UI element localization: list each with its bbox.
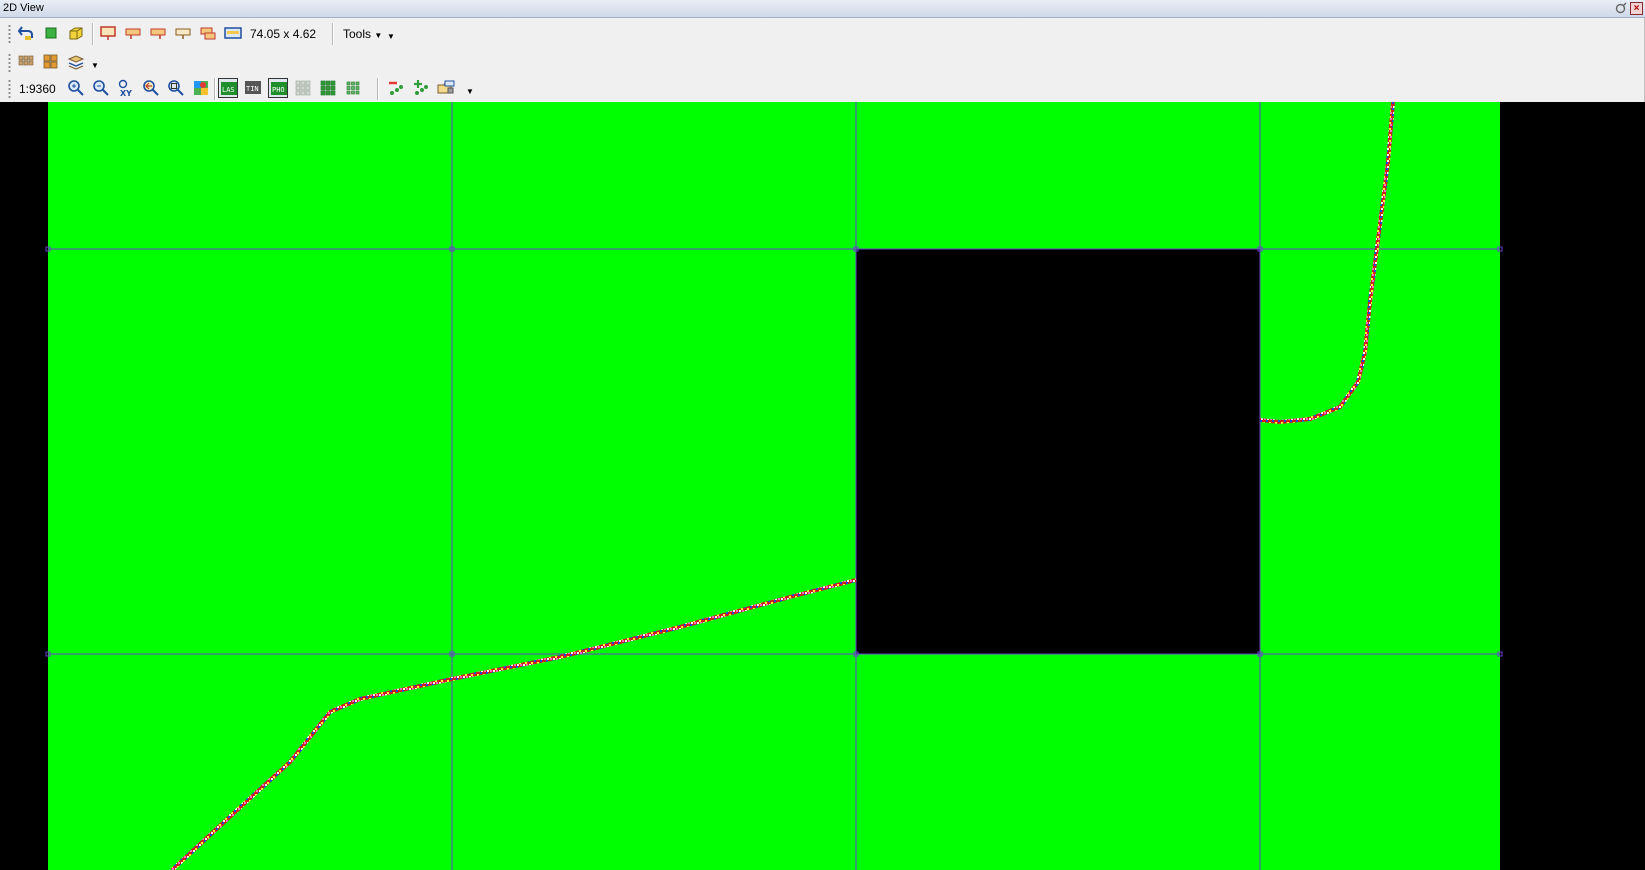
zoom-previous-icon[interactable] <box>141 78 161 98</box>
tile-area <box>48 102 1500 870</box>
flag-tool-icon-1[interactable] <box>123 23 143 43</box>
zoom-extent-icon[interactable] <box>166 78 186 98</box>
map-viewport[interactable] <box>0 102 1645 870</box>
pho-toggle-label: PHO <box>272 86 285 94</box>
toolbar-row-grid: ▼ <box>0 49 1645 76</box>
grid-on-icon[interactable] <box>318 78 338 98</box>
chevron-down-icon[interactable]: ▼ <box>387 32 395 41</box>
caret-down-icon: ▼ <box>374 31 383 40</box>
chevron-down-icon[interactable]: ▼ <box>91 61 99 70</box>
grid-large-icon[interactable] <box>41 52 61 72</box>
zoom-out-icon[interactable] <box>91 78 111 98</box>
pin-icon[interactable] <box>1614 2 1627 15</box>
grid-off-icon[interactable] <box>293 78 313 98</box>
tools-menu-button[interactable]: Tools ▼ <box>343 25 382 43</box>
toolbar-grip[interactable] <box>8 24 11 44</box>
map-pin-icon[interactable] <box>191 78 211 98</box>
window-title: 2D View <box>3 2 44 14</box>
undo-arrow-icon[interactable] <box>16 23 36 43</box>
2d-view-window: 2D View × 74.05 x 4.62 Tools ▼ ▼ ▼ 1:936… <box>0 0 1645 870</box>
las-toggle-button[interactable]: LAS <box>218 78 238 98</box>
tin-toggle-button[interactable]: TIN <box>243 78 263 98</box>
toolbar-grip[interactable] <box>8 53 11 73</box>
map-canvas <box>45 102 1503 870</box>
zoom-in-icon[interactable] <box>66 78 86 98</box>
remove-points-icon[interactable] <box>386 78 406 98</box>
folder-settings-icon[interactable] <box>436 78 456 98</box>
toolbar-row-main: 74.05 x 4.62 Tools ▼ ▼ <box>0 20 1645 47</box>
pho-toggle-button[interactable]: PHO <box>268 78 288 98</box>
add-points-icon[interactable] <box>411 78 431 98</box>
red-frame-icon[interactable] <box>98 23 118 43</box>
yellow-cube-icon[interactable] <box>66 23 86 43</box>
layers-icon[interactable] <box>66 52 86 72</box>
svg-text:XY: XY <box>120 89 132 98</box>
flag-tool-icon-3[interactable] <box>173 23 193 43</box>
grid-dense-icon[interactable] <box>343 78 363 98</box>
las-toggle-label: LAS <box>222 86 235 94</box>
toolbar-area: 74.05 x 4.62 Tools ▼ ▼ ▼ 1:9360 XY LAS T… <box>0 18 1645 102</box>
monitor-icon[interactable] <box>223 23 243 43</box>
close-button[interactable]: × <box>1630 2 1643 15</box>
chevron-down-icon[interactable]: ▼ <box>466 87 474 96</box>
dimensions-readout: 74.05 x 4.62 <box>250 27 317 41</box>
empty-tile <box>856 249 1260 654</box>
xy-zoom-icon[interactable]: XY <box>116 78 136 98</box>
toolbar-row-view: 1:9360 XY LAS TIN PHO ▼ <box>0 75 1645 102</box>
flag-tool-icon-4[interactable] <box>198 23 218 43</box>
toolbar-grip[interactable] <box>8 79 11 99</box>
close-icon: × <box>1633 3 1640 14</box>
scale-readout: 1:9360 <box>19 82 56 96</box>
grid-small-icon[interactable] <box>16 52 36 72</box>
flag-tool-icon-2[interactable] <box>148 23 168 43</box>
tools-menu-label: Tools <box>343 27 372 41</box>
tin-toggle-label: TIN <box>246 85 259 93</box>
green-square-icon[interactable] <box>41 23 61 43</box>
title-bar: 2D View × <box>0 0 1645 18</box>
